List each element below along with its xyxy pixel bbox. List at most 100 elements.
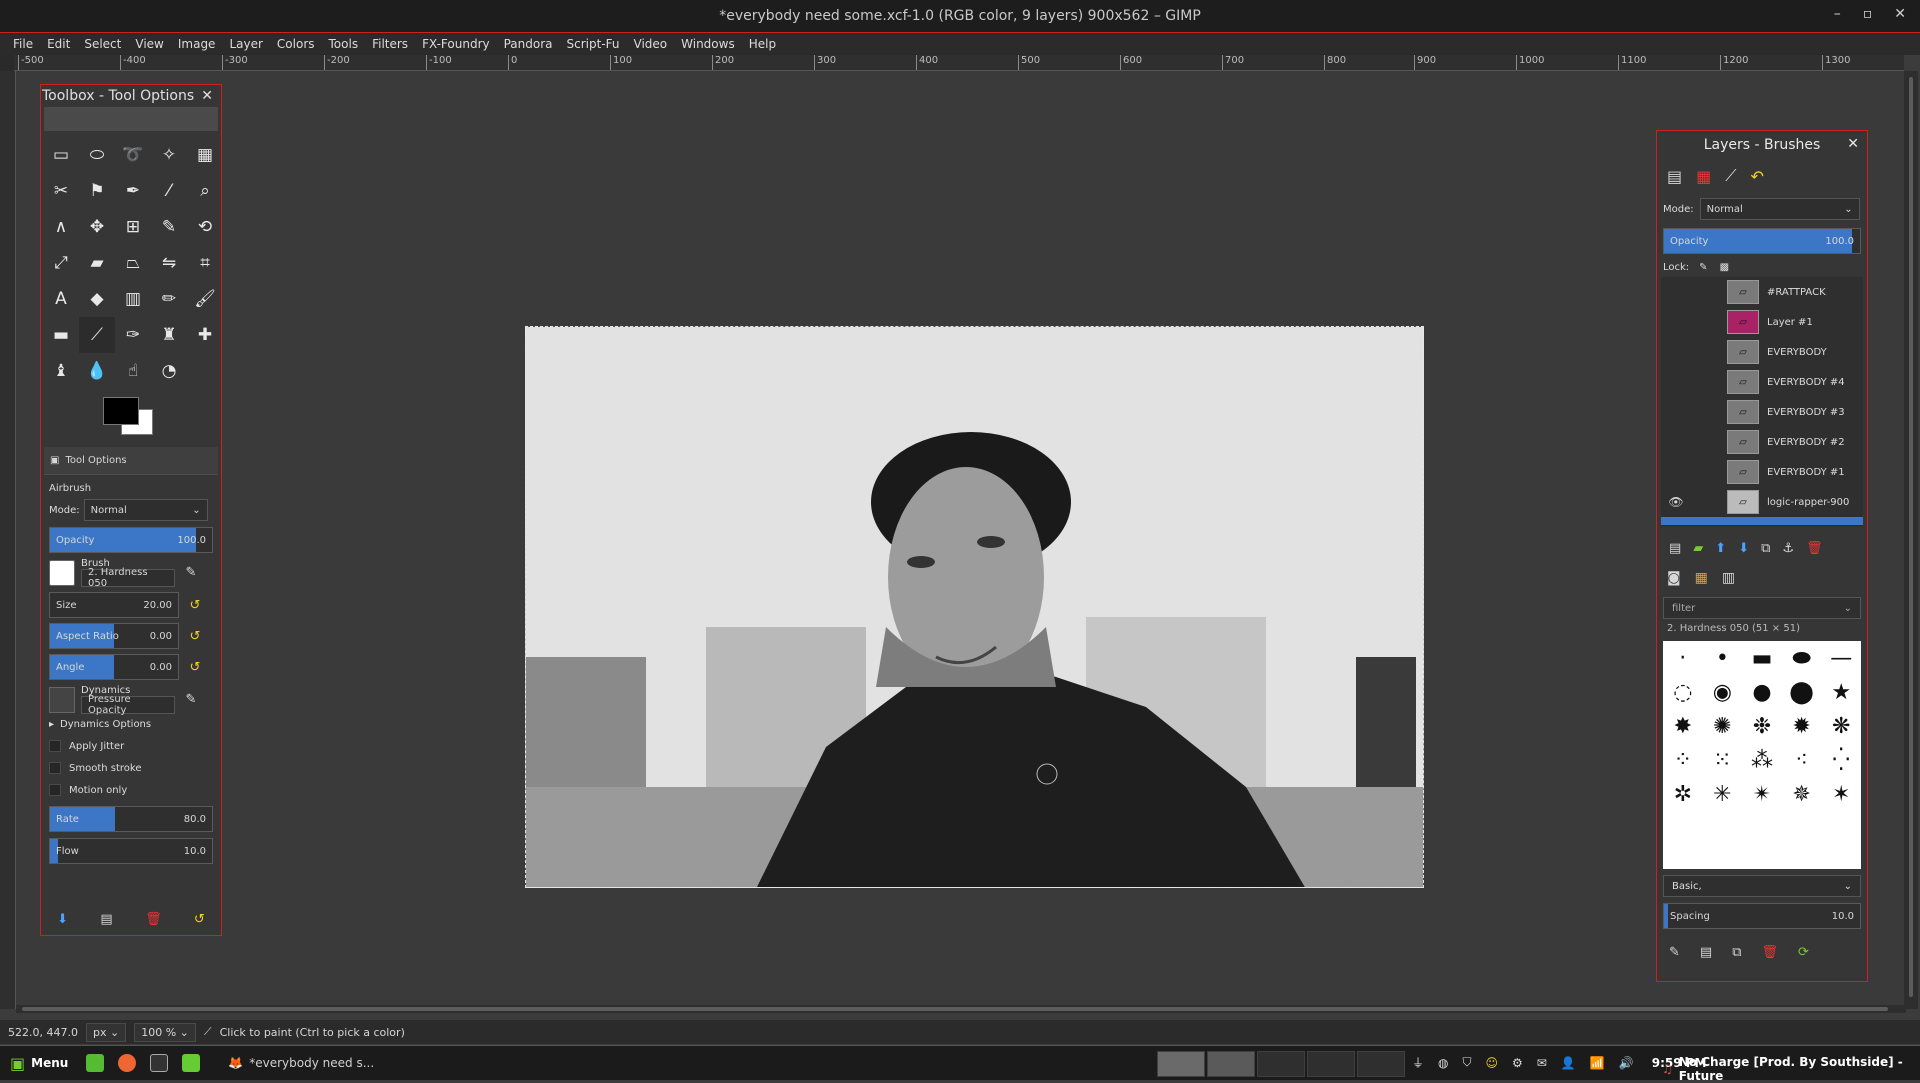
rect-select-icon[interactable]: ▭ — [43, 137, 79, 173]
paths-icon[interactable]: ✒ — [115, 173, 151, 209]
list-item[interactable]: ▱ Layer #1 — [1661, 307, 1863, 337]
menu-help[interactable]: Help — [742, 37, 783, 51]
duplicate-layer-icon[interactable]: ⧉ — [1761, 541, 1770, 556]
menu-video[interactable]: Video — [627, 37, 675, 51]
tab-brushes-icon[interactable]: ◙ — [1667, 570, 1681, 586]
list-item[interactable]: 👁 ▱ logic-rapper-900 — [1661, 487, 1863, 517]
workspace-3[interactable] — [1257, 1051, 1305, 1077]
reset-icon[interactable]: ↺ — [187, 597, 203, 613]
minimize-button[interactable]: – — [1834, 6, 1841, 22]
brush-item[interactable]: ▬ — [1752, 646, 1773, 671]
delete-icon[interactable]: 🗑 — [1806, 541, 1823, 556]
list-item[interactable]: ▱ EVERYBODY #3 — [1661, 397, 1863, 427]
files-icon[interactable] — [86, 1054, 105, 1072]
measure-icon[interactable]: ∧ — [43, 209, 79, 245]
horizontal-scrollbar[interactable] — [16, 1005, 1906, 1013]
folder-icon[interactable] — [182, 1054, 201, 1072]
menu-layer[interactable]: Layer — [222, 37, 269, 51]
perspective-icon[interactable]: ⏢ — [115, 245, 151, 281]
workspace-5[interactable] — [1357, 1051, 1405, 1077]
save-preset-icon[interactable]: ⬇ — [57, 912, 68, 927]
maximize-button[interactable]: ▫ — [1863, 6, 1873, 22]
anchor-icon[interactable]: ⚓ — [1782, 541, 1794, 556]
brush-item[interactable]: ✳ — [1713, 782, 1731, 807]
brush-item[interactable]: ⬬ — [1792, 646, 1811, 671]
edit-icon[interactable]: ✎ — [183, 692, 199, 708]
paintbrush-icon[interactable]: 🖌 — [187, 281, 223, 317]
brush-item[interactable]: ◌ — [1673, 680, 1692, 705]
brush-item[interactable]: ✲ — [1674, 782, 1692, 807]
crop-icon[interactable]: ✎ — [151, 209, 187, 245]
fuzzy-select-icon[interactable]: ✧ — [151, 137, 187, 173]
reset-icon[interactable]: ↺ — [187, 628, 203, 644]
unit-dropdown[interactable]: px ⌄ — [85, 1022, 127, 1042]
heal-icon[interactable]: ✚ — [187, 317, 223, 353]
dynamics-dropdown[interactable]: Pressure Opacity — [81, 694, 175, 716]
mode-dropdown[interactable]: Normal ⌄ — [83, 499, 208, 521]
apply-jitter-checkbox[interactable]: Apply Jitter — [49, 740, 213, 752]
tab-paths-icon[interactable]: ⟋ — [1725, 166, 1736, 186]
airbrush-icon[interactable]: ⟋ — [79, 317, 115, 353]
close-icon[interactable]: ✕ — [1847, 136, 1859, 152]
perspective-clone-icon[interactable]: ♝ — [43, 353, 79, 389]
brush-item[interactable]: ✵ — [1792, 782, 1810, 807]
spacing-slider[interactable]: Spacing 10.0 — [1663, 903, 1861, 929]
brush-dropdown[interactable]: 2. Hardness 050 — [81, 567, 175, 589]
brush-item[interactable]: · — [1679, 646, 1686, 671]
user-icon[interactable]: 👤 — [1561, 1056, 1576, 1070]
emoji-icon[interactable]: ☺ — [1486, 1056, 1499, 1070]
taskbar-window-gimp[interactable]: 🦊 *everybody need s... — [218, 1056, 384, 1070]
new-brush-icon[interactable]: ▤ — [1700, 945, 1712, 960]
zoom-dropdown[interactable]: 100 % ⌄ — [134, 1022, 196, 1042]
terminal-icon[interactable] — [150, 1054, 169, 1072]
menu-windows[interactable]: Windows — [674, 37, 742, 51]
checkbox[interactable] — [49, 740, 61, 752]
tab-layers-icon[interactable]: ▤ — [1667, 167, 1682, 186]
brush-item[interactable]: ★ — [1831, 680, 1851, 705]
menu-fx-foundry[interactable]: FX-Foundry — [415, 37, 497, 51]
brush-item[interactable]: ⁘ — [1674, 748, 1692, 773]
tab-patterns-icon[interactable]: ▦ — [1695, 570, 1708, 586]
network-icon[interactable]: ⚙ — [1512, 1056, 1523, 1070]
reset-icon[interactable]: ↺ — [187, 659, 203, 675]
foreground-select-icon[interactable]: ⚑ — [79, 173, 115, 209]
align-icon[interactable]: ⊞ — [115, 209, 151, 245]
horizontal-ruler[interactable]: -500 -400 -300 -200 -100 0 100 200 300 4… — [14, 55, 1904, 71]
color-picker-icon[interactable]: ⁄ — [151, 173, 187, 209]
angle-slider[interactable]: Angle 0.00 — [49, 654, 179, 680]
tab-channels-icon[interactable]: ▦ — [1696, 167, 1711, 186]
tab-gradients-icon[interactable]: ▥ — [1722, 570, 1735, 586]
menu-filters[interactable]: Filters — [365, 37, 415, 51]
brush-preview[interactable] — [49, 559, 75, 586]
workspace-4[interactable] — [1307, 1051, 1355, 1077]
volume-icon[interactable]: 🔊 — [1619, 1056, 1634, 1070]
brush-item[interactable]: — — [1830, 646, 1852, 671]
workspace-2[interactable] — [1207, 1051, 1255, 1077]
motion-only-checkbox[interactable]: Motion only — [49, 784, 213, 796]
brush-item[interactable]: ✸ — [1674, 714, 1692, 739]
list-item[interactable]: ▱ EVERYBODY — [1661, 337, 1863, 367]
layers-title-bar[interactable]: Layers - Brushes ✕ — [1657, 131, 1867, 159]
brush-item[interactable]: ❉ — [1753, 714, 1771, 739]
edit-brush-icon[interactable]: ✎ — [1669, 945, 1680, 960]
smooth-stroke-checkbox[interactable]: Smooth stroke — [49, 762, 213, 774]
restore-preset-icon[interactable]: ▤ — [100, 912, 112, 927]
wifi-icon[interactable]: 📶 — [1590, 1056, 1605, 1070]
brush-item[interactable]: ⁂ — [1751, 748, 1773, 773]
layer-mode-dropdown[interactable]: Normal ⌄ — [1699, 198, 1860, 220]
raise-layer-icon[interactable]: ⬆ — [1715, 541, 1726, 556]
blur-icon[interactable]: 💧 — [79, 353, 115, 389]
color-select-icon[interactable]: ▦ — [187, 137, 223, 173]
brush-item[interactable]: ✶ — [1832, 782, 1850, 807]
move-icon[interactable]: ✥ — [79, 209, 115, 245]
duplicate-brush-icon[interactable]: ⧉ — [1732, 945, 1741, 960]
aspect-ratio-slider[interactable]: Aspect Ratio 0.00 — [49, 623, 179, 649]
brush-item[interactable]: ◉ — [1713, 680, 1732, 705]
size-slider[interactable]: Size 20.00 — [49, 592, 179, 618]
menu-pandora[interactable]: Pandora — [497, 37, 560, 51]
image-canvas[interactable] — [525, 326, 1424, 888]
shear-icon[interactable]: ▰ — [79, 245, 115, 281]
brush-item[interactable]: ✺ — [1713, 714, 1731, 739]
checkbox[interactable] — [49, 784, 61, 796]
refresh-icon[interactable]: ⟳ — [1798, 945, 1809, 960]
